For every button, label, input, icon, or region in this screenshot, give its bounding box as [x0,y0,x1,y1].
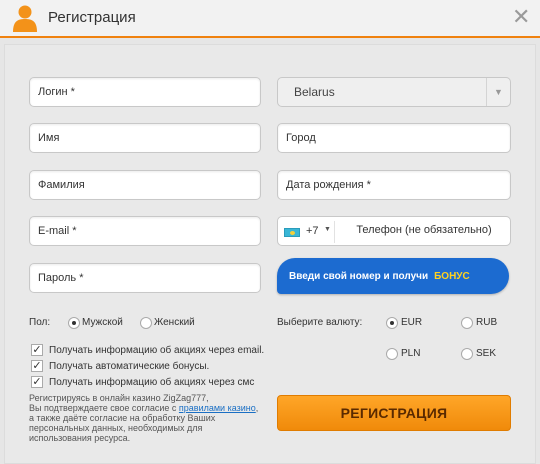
bonus-banner-text: Введи свой номер и получи [289,270,429,282]
phone-field[interactable]: +7 ▼ [277,216,511,246]
gender-male-label[interactable]: Мужской [82,317,123,328]
gender-female-radio[interactable] [140,317,152,329]
dialog-header: Регистрация ✕ [0,0,540,38]
phone-input[interactable] [340,224,508,236]
country-value: Belarus [294,85,335,99]
password-input[interactable] [38,272,260,284]
currency-sek-label[interactable]: SEK [476,348,496,359]
dialog-title: Регистрация [48,9,136,26]
currency-label: Выберите валюту: [277,317,363,328]
kazakhstan-flag-icon[interactable] [284,228,300,237]
register-button[interactable]: РЕГИСТРАЦИЯ [277,395,511,431]
close-icon[interactable]: ✕ [512,6,530,28]
first-name-field[interactable] [29,123,261,153]
gender-male-radio[interactable] [68,317,80,329]
caret-down-icon[interactable]: ▼ [324,226,331,233]
birth-date-field[interactable] [277,170,511,200]
currency-pln-label[interactable]: PLN [401,348,420,359]
disclaimer-pre: Вы подтверждаете свое согласие с [29,403,179,413]
register-button-label: РЕГИСТРАЦИЯ [340,405,448,421]
last-name-field[interactable] [29,170,261,200]
phone-divider [334,221,335,243]
first-name-input[interactable] [38,132,260,144]
user-icon [13,5,37,32]
currency-eur-radio[interactable] [386,317,398,329]
bonus-banner[interactable]: Введи свой номер и получи БОНУС [277,258,509,294]
login-input[interactable] [38,86,260,98]
auto-bonus-label[interactable]: Получать автоматические бонусы. [49,361,209,372]
casino-rules-link[interactable]: правилами казино [179,403,256,413]
last-name-input[interactable] [38,179,260,191]
city-field[interactable] [277,123,511,153]
birth-date-input[interactable] [286,179,510,191]
terms-disclaimer: Регистрируясь в онлайн казино ZigZag777,… [29,393,259,443]
currency-sek-radio[interactable] [461,348,473,360]
disclaimer-line1: Регистрируясь в онлайн казино ZigZag777, [29,393,209,403]
email-input[interactable] [38,225,260,237]
chevron-down-icon[interactable]: ▼ [486,78,510,106]
currency-pln-radio[interactable] [386,348,398,360]
country-select[interactable]: Belarus ▼ [277,77,511,107]
bonus-highlight: БОНУС [434,270,470,282]
email-promo-checkbox[interactable]: ✓ [31,344,43,356]
password-field[interactable] [29,263,261,293]
phone-country-code[interactable]: +7 [306,225,319,237]
gender-female-label[interactable]: Женский [154,317,195,328]
email-promo-label[interactable]: Получать информацию об акциях через emai… [49,345,264,356]
city-input[interactable] [286,132,510,144]
sms-promo-label[interactable]: Получать информацию об акциях через смс [49,377,254,388]
currency-rub-label[interactable]: RUB [476,317,497,328]
currency-eur-label[interactable]: EUR [401,317,422,328]
gender-label: Пол: [29,317,51,328]
auto-bonus-checkbox[interactable]: ✓ [31,360,43,372]
login-field[interactable] [29,77,261,107]
sms-promo-checkbox[interactable]: ✓ [31,376,43,388]
currency-rub-radio[interactable] [461,317,473,329]
email-field[interactable] [29,216,261,246]
